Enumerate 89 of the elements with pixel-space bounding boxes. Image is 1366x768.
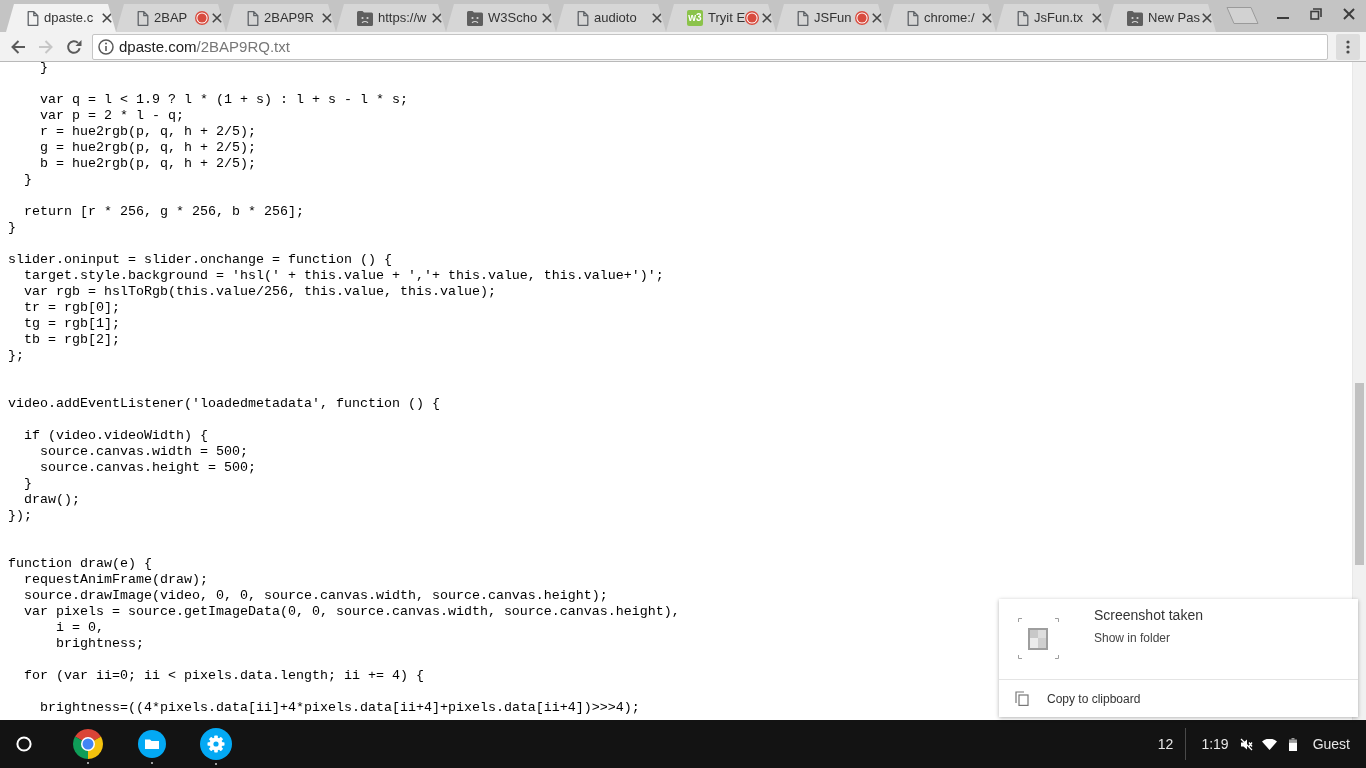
menu-button[interactable]	[1336, 33, 1360, 60]
muted-speaker-icon[interactable]	[1239, 737, 1253, 751]
code-line: slider.oninput = slider.onchange = function () {	[8, 252, 392, 268]
document-icon	[137, 10, 149, 26]
code-line: for (var ii=0; ii < pixels.data.length; ii += 4) {	[24, 668, 424, 684]
code-line: function draw(e) {	[8, 556, 152, 572]
screenshot-thumbnail-icon	[1018, 618, 1059, 659]
code-line: draw();	[24, 492, 80, 508]
document-icon	[1017, 10, 1029, 26]
info-icon[interactable]	[98, 38, 114, 55]
settings-icon[interactable]	[200, 727, 232, 760]
wifi-icon[interactable]	[1261, 738, 1277, 750]
close-icon[interactable]	[212, 13, 222, 23]
code-line: source.canvas.height = 500;	[40, 460, 256, 476]
sad-face-icon	[357, 10, 373, 26]
code-line: r = hue2rgb(p, q, h + 2/5);	[40, 124, 256, 140]
code-line: var p = 2 * l - q;	[40, 108, 184, 124]
code-line: tb = rgb[2];	[24, 332, 120, 348]
code-line: b = hue2rgb(p, q, h + 2/5);	[40, 156, 256, 172]
url-text: dpaste.com/2BAP9RQ.txt	[119, 37, 290, 56]
code-line: if (video.videoWidth) {	[24, 428, 208, 444]
code-line: brightness=((4*pixels.data[ii]+4*pixels.data[ii+4]+pixels.data[ii+4])>>>4);	[40, 700, 640, 716]
close-icon[interactable]	[322, 13, 332, 23]
back-arrow-icon[interactable]	[10, 38, 26, 55]
reload-icon[interactable]	[66, 38, 82, 55]
document-icon	[577, 10, 589, 26]
code-line: }	[40, 62, 48, 76]
browser-tab[interactable]: JsFun.tx	[996, 4, 1106, 32]
close-icon[interactable]	[1343, 8, 1355, 20]
close-icon[interactable]	[1092, 13, 1102, 23]
code-line: var rgb = hslToRgb(this.value/256, this.value, this.value);	[24, 284, 496, 300]
document-icon	[907, 10, 919, 26]
launcher-icon[interactable]	[16, 736, 32, 752]
browser-tab[interactable]: W3Scho	[446, 4, 556, 32]
sad-face-icon	[467, 10, 483, 26]
code-line: });	[8, 508, 32, 524]
code-line: }	[24, 476, 32, 492]
battery-icon[interactable]	[1288, 737, 1297, 751]
site-logo: w3	[687, 10, 703, 26]
copy-icon	[1015, 691, 1029, 706]
sad-face-icon	[1127, 10, 1143, 26]
browser-logo-icon[interactable]	[73, 728, 103, 759]
clock-time[interactable]: 1:19	[1201, 733, 1229, 755]
close-icon[interactable]	[762, 13, 773, 23]
code-line: brightness;	[56, 636, 144, 652]
close-icon[interactable]	[102, 13, 112, 23]
close-icon[interactable]	[542, 13, 552, 23]
code-line: source.canvas.width = 500;	[40, 444, 248, 460]
code-line: tg = rgb[1];	[24, 316, 120, 332]
browser-tab[interactable]: w3 Tryit E	[666, 4, 776, 32]
browser-tab[interactable]: JSFun	[776, 4, 886, 32]
notification-count[interactable]: 12	[1157, 733, 1174, 755]
document-icon	[797, 10, 809, 26]
browser-tab[interactable]: 2BAP	[116, 4, 226, 32]
code-line: }	[8, 220, 16, 236]
more-vertical-icon	[1346, 39, 1350, 54]
code-line: g = hue2rgb(p, q, h + 2/5);	[40, 140, 256, 156]
code-line: requestAnimFrame(draw);	[24, 572, 208, 588]
browser-tab[interactable]: audioto	[556, 4, 666, 32]
close-icon[interactable]	[872, 13, 882, 23]
code-line: tr = rgb[0];	[24, 300, 120, 316]
browser-tab[interactable]: dpaste.c	[6, 4, 116, 32]
scrollbar-thumb[interactable]	[1355, 383, 1364, 565]
code-line: video.addEventListener('loadedmetadata', function () {	[8, 396, 440, 412]
code-line: var pixels = source.getImageData(0, 0, source.canvas.width, source.canvas.height),	[24, 604, 680, 620]
document-icon	[247, 10, 259, 26]
code-line: target.style.background = 'hsl(' + this.value + ','+ this.value, this.value+')';	[24, 268, 664, 284]
browser-tab[interactable]: chrome:/	[886, 4, 996, 32]
browser-tab[interactable]: 2BAP9R	[226, 4, 336, 32]
code-line: var q = l < 1.9 ? l * (1 + s) : l + s - l * s;	[40, 92, 408, 108]
folder-icon[interactable]	[137, 728, 167, 759]
close-icon[interactable]	[1202, 13, 1212, 23]
user-name[interactable]: Guest	[1312, 733, 1350, 755]
code-line: return [r * 256, g * 256, b * 256];	[24, 204, 304, 220]
close-icon[interactable]	[432, 13, 442, 23]
close-icon[interactable]	[652, 13, 662, 23]
browser-tab[interactable]: New Pas	[1106, 4, 1216, 32]
restore-icon[interactable]	[1310, 8, 1322, 20]
document-icon	[27, 10, 39, 26]
show-in-folder-link[interactable]: Show in folder	[1094, 630, 1171, 646]
code-line: };	[8, 348, 24, 364]
code-line: }	[24, 172, 32, 188]
code-line: source.drawImage(video, 0, 0, source.canvas.width, source.canvas.height);	[24, 588, 608, 604]
address-bar[interactable]: dpaste.com/2BAP9RQ.txt	[92, 33, 1328, 60]
code-line: i = 0,	[56, 620, 104, 636]
copy-to-clipboard-button[interactable]: Copy to clipboard	[999, 679, 1358, 717]
notification-title: Screenshot taken	[1094, 607, 1203, 623]
close-icon[interactable]	[982, 13, 992, 23]
browser-tab[interactable]: https://w	[336, 4, 446, 32]
